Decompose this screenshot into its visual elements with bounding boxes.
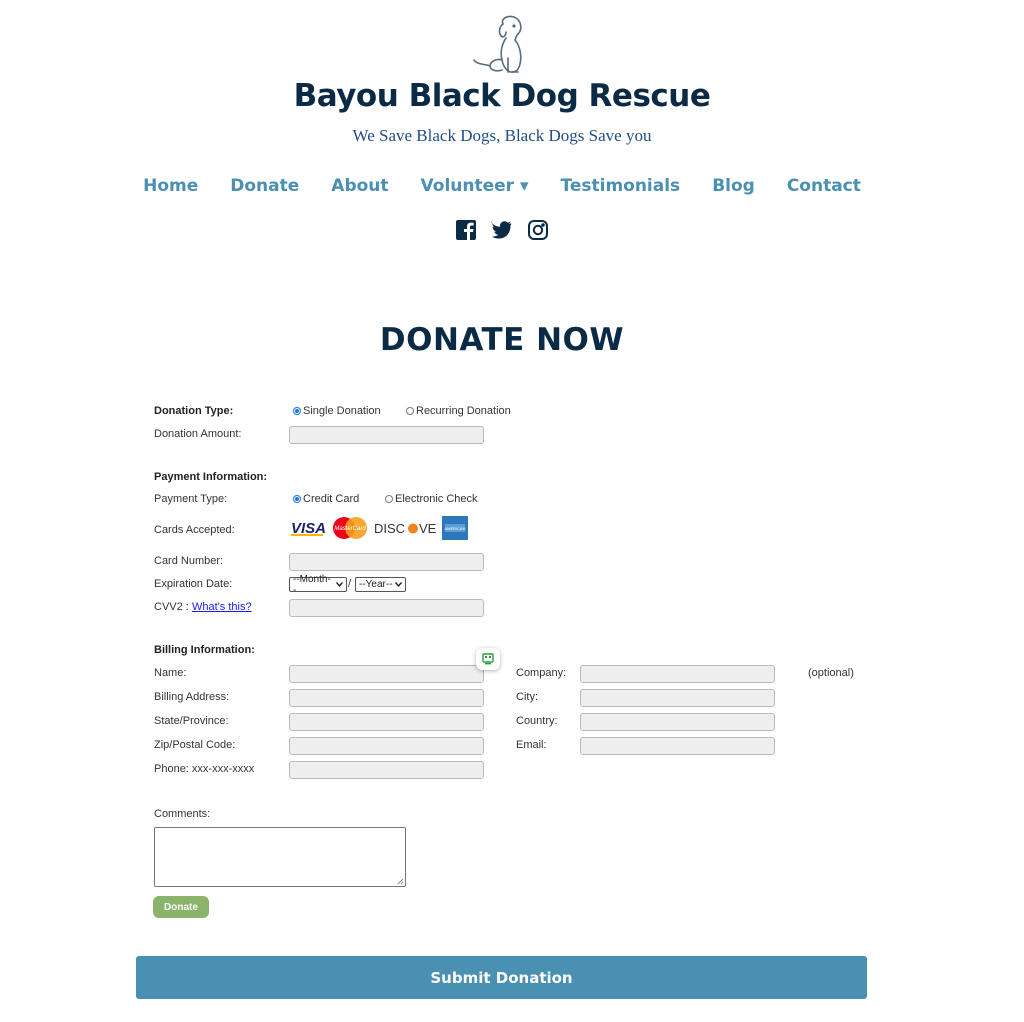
email-label: Email: bbox=[516, 739, 547, 751]
month-select-value: --Month-- bbox=[293, 573, 331, 596]
country-input[interactable] bbox=[580, 713, 775, 731]
phone-label: Phone: xxx-xxx-xxxx bbox=[154, 763, 255, 775]
payment-info-heading: Payment Information: bbox=[154, 471, 268, 483]
site-title[interactable]: Bayou Black Dog Rescue bbox=[0, 78, 1004, 114]
page-title: DONATE NOW bbox=[379, 322, 625, 358]
donation-amount-label: Donation Amount: bbox=[154, 428, 242, 440]
social-links bbox=[455, 219, 549, 241]
recurring-donation-radio[interactable]: Recurring Donation bbox=[406, 405, 511, 417]
radio-selected-icon bbox=[293, 407, 301, 415]
card-number-label: Card Number: bbox=[154, 555, 224, 567]
city-input[interactable] bbox=[580, 689, 775, 707]
nav-blog[interactable]: Blog bbox=[712, 176, 755, 196]
name-input[interactable] bbox=[289, 665, 484, 683]
resize-handle-icon[interactable] bbox=[397, 878, 404, 885]
instagram-icon[interactable] bbox=[527, 219, 549, 241]
zip-input[interactable] bbox=[289, 737, 484, 755]
cvv-help-link[interactable]: What's this? bbox=[192, 601, 252, 613]
discover-icon: DISC VER bbox=[374, 521, 437, 536]
comments-label: Comments: bbox=[154, 808, 211, 820]
svg-text:DISC: DISC bbox=[374, 521, 405, 536]
radio-selected-icon bbox=[293, 495, 301, 503]
svg-text:VER: VER bbox=[419, 521, 437, 536]
nav-about[interactable]: About bbox=[331, 176, 388, 196]
autofill-icon[interactable] bbox=[476, 648, 500, 670]
card-number-input[interactable] bbox=[289, 553, 484, 571]
state-label: State/Province: bbox=[154, 715, 229, 727]
facebook-icon[interactable] bbox=[455, 219, 477, 241]
twitter-icon[interactable] bbox=[491, 219, 513, 241]
nav-donate[interactable]: Donate bbox=[230, 176, 299, 196]
year-select-value: --Year-- bbox=[359, 579, 393, 590]
donation-amount-input[interactable] bbox=[289, 426, 484, 444]
city-label: City: bbox=[516, 691, 538, 703]
billing-info-heading: Billing Information: bbox=[154, 644, 255, 656]
visa-icon: VISA bbox=[291, 520, 326, 537]
submit-donation-button[interactable]: Submit Donation bbox=[136, 956, 867, 999]
cvv-input[interactable] bbox=[289, 599, 484, 617]
expiration-month-select[interactable]: --Month-- bbox=[289, 574, 347, 596]
name-label: Name: bbox=[154, 667, 187, 679]
state-input[interactable] bbox=[289, 713, 484, 731]
company-label: Company: bbox=[516, 667, 567, 679]
main-nav: Home Donate About Volunteer ▾ Testimonia… bbox=[0, 176, 1004, 196]
zip-label: Zip/Postal Code: bbox=[154, 739, 236, 751]
mastercard-icon: MasterCard bbox=[333, 517, 367, 539]
chevron-down-icon bbox=[336, 582, 343, 587]
phone-input[interactable] bbox=[289, 761, 484, 779]
electronic-check-radio[interactable]: Electronic Check bbox=[385, 493, 478, 505]
nav-home[interactable]: Home bbox=[143, 176, 198, 196]
nav-volunteer[interactable]: Volunteer ▾ bbox=[421, 176, 529, 196]
date-separator: / bbox=[348, 578, 352, 590]
email-input[interactable] bbox=[580, 737, 775, 755]
radio-unselected-icon bbox=[385, 495, 393, 503]
radio-unselected-icon bbox=[406, 407, 414, 415]
comments-textarea[interactable] bbox=[154, 827, 406, 887]
dog-logo[interactable] bbox=[470, 14, 532, 76]
payment-type-label: Payment Type: bbox=[154, 493, 228, 505]
amex-icon: AMERICAN bbox=[442, 516, 468, 540]
site-tagline: We Save Black Dogs, Black Dogs Save you bbox=[352, 126, 652, 145]
billing-address-input[interactable] bbox=[289, 689, 484, 707]
single-donation-radio[interactable]: Single Donation bbox=[293, 405, 381, 417]
credit-card-label: Credit Card bbox=[303, 493, 360, 505]
nav-contact[interactable]: Contact bbox=[787, 176, 861, 196]
billing-address-label: Billing Address: bbox=[154, 691, 230, 703]
optional-note: (optional) bbox=[808, 667, 854, 679]
donate-button[interactable]: Donate bbox=[153, 896, 209, 918]
accepted-cards: VISA MasterCard DISC VER AMERICAN bbox=[289, 515, 469, 541]
cvv-label: CVV2 : bbox=[154, 601, 189, 613]
cards-accepted-label: Cards Accepted: bbox=[154, 524, 235, 536]
electronic-check-label: Electronic Check bbox=[395, 493, 478, 505]
chevron-down-icon bbox=[394, 582, 402, 587]
company-input[interactable] bbox=[580, 665, 775, 683]
expiration-date-label: Expiration Date: bbox=[154, 578, 233, 590]
svg-text:AMERICAN: AMERICAN bbox=[444, 526, 465, 531]
credit-card-radio[interactable]: Credit Card bbox=[293, 493, 359, 505]
country-label: Country: bbox=[516, 715, 558, 727]
donation-type-label: Donation Type: bbox=[154, 405, 234, 417]
nav-testimonials[interactable]: Testimonials bbox=[561, 176, 681, 196]
expiration-year-select[interactable]: --Year-- bbox=[355, 577, 406, 592]
recurring-donation-label: Recurring Donation bbox=[416, 405, 511, 417]
single-donation-label: Single Donation bbox=[303, 405, 381, 417]
svg-text:MasterCard: MasterCard bbox=[334, 526, 366, 532]
